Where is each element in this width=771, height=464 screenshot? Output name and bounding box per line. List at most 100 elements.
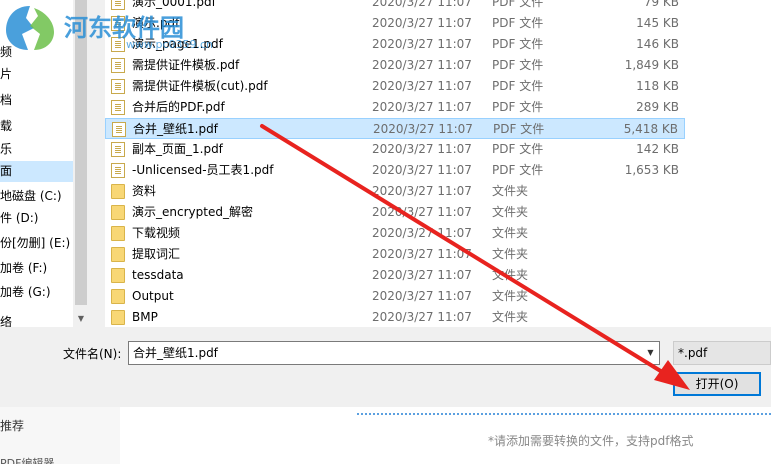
file-name: 资料 [132,184,157,198]
file-name: 副本_页面_1.pdf [132,142,223,156]
file-type: PDF 文件 [492,100,544,114]
file-type: 文件夹 [492,247,529,261]
file-row[interactable]: 合并_壁纸1.pdf 2020/3/27 11:07 PDF 文件 5,418 KB [105,118,685,139]
file-name: BMP [132,310,158,324]
file-row[interactable]: 提取词汇 2020/3/27 11:07 文件夹 [105,244,685,265]
file-row[interactable]: 演示_encrypted_解密 2020/3/27 11:07 文件夹 [105,202,685,223]
watermark: 河东软件园 www.pc0359.cn [4,2,213,62]
file-date: 2020/3/27 11:07 [372,37,472,51]
file-type: 文件夹 [492,205,529,219]
folder-icon [111,205,125,220]
file-size: 146 KB [636,37,679,51]
nav-item[interactable]: 地磁盘 (C:) [0,186,73,207]
nav-item[interactable]: 面 [0,161,73,182]
file-date: 2020/3/27 11:07 [372,268,472,282]
filename-value: 合并_壁纸1.pdf [133,346,218,360]
file-date: 2020/3/27 11:07 [372,205,472,219]
file-date: 2020/3/27 11:07 [372,100,472,114]
nav-item[interactable]: 档 [0,90,73,111]
app-lower-area: 推荐 PDF编辑器 *请添加需要转换的文件，支持pdf格式 [0,407,771,464]
folder-icon [111,268,125,283]
file-name: 需提供证件模板(cut).pdf [132,79,268,93]
folder-icon [111,226,125,241]
file-date: 2020/3/27 11:07 [372,142,472,156]
file-name: 合并后的PDF.pdf [132,100,225,114]
file-size: 5,418 KB [623,122,678,136]
file-date: 2020/3/27 11:07 [373,122,473,136]
folder-icon [111,310,125,325]
file-type: PDF 文件 [492,79,544,93]
file-name: 下载视频 [132,226,181,240]
pdf-file-icon [111,163,125,178]
filetype-select[interactable]: *.pdf [673,341,771,365]
file-row[interactable]: -Unlicensed-员工表1.pdf 2020/3/27 11:07 PDF 文… [105,160,685,181]
scroll-down-icon[interactable]: ▼ [73,310,89,327]
file-name: 演示_encrypted_解密 [132,205,253,219]
file-row[interactable]: 资料 2020/3/27 11:07 文件夹 [105,181,685,202]
file-date: 2020/3/27 11:07 [372,79,472,93]
file-type: PDF 文件 [493,122,545,136]
file-type: 文件夹 [492,289,529,303]
file-row[interactable]: Output 2020/3/27 11:07 文件夹 [105,286,685,307]
file-size: 1,849 KB [624,58,679,72]
pdf-file-icon [111,100,125,115]
chevron-down-icon[interactable]: ▼ [642,342,659,364]
watermark-url: www.pc0359.cn [126,38,214,51]
folder-icon [111,289,125,304]
nav-item[interactable]: 份[勿删] (E:) [0,233,73,254]
file-type: PDF 文件 [492,58,544,72]
filetype-value: *.pdf [678,346,708,360]
pdf-file-icon [111,79,125,94]
drop-zone-border [357,413,771,415]
file-name: -Unlicensed-员工表1.pdf [132,163,274,177]
file-size: 79 KB [643,0,679,9]
nav-item[interactable]: 乐 [0,139,73,160]
file-name: tessdata [132,268,184,282]
file-row[interactable]: 下载视频 2020/3/27 11:07 文件夹 [105,223,685,244]
folder-icon [111,184,125,199]
file-type: 文件夹 [492,184,529,198]
file-type: PDF 文件 [492,163,544,177]
folder-icon [111,247,125,262]
file-date: 2020/3/27 11:07 [372,163,472,177]
file-name: 合并_壁纸1.pdf [133,122,218,136]
drop-zone-hint: *请添加需要转换的文件，支持pdf格式 [488,434,694,448]
file-date: 2020/3/27 11:07 [372,289,472,303]
dialog-bottom-bar: 文件名(N): 合并_壁纸1.pdf ▼ *.pdf 打开(O) [0,327,771,407]
app-sidebar: 推荐 PDF编辑器 [0,407,120,464]
file-type: 文件夹 [492,268,529,282]
file-type: 文件夹 [492,310,529,324]
file-date: 2020/3/27 11:07 [372,184,472,198]
watermark-logo-icon [6,6,54,50]
file-name: Output [132,289,174,303]
filename-label: 文件名(N): [63,347,122,361]
nav-item[interactable]: 加卷 (F:) [0,258,73,279]
pdf-file-icon [112,122,126,137]
filename-input[interactable]: 合并_壁纸1.pdf ▼ [128,341,660,365]
file-row[interactable]: tessdata 2020/3/27 11:07 文件夹 [105,265,685,286]
file-type: 文件夹 [492,226,529,240]
file-size: 118 KB [636,79,679,93]
file-size: 289 KB [636,100,679,114]
file-type: PDF 文件 [492,142,544,156]
pdf-file-icon [111,142,125,157]
file-name: 提取词汇 [132,247,181,261]
file-size: 1,653 KB [624,163,679,177]
file-size: 142 KB [636,142,679,156]
file-row[interactable]: 合并后的PDF.pdf 2020/3/27 11:07 PDF 文件 289 KB [105,97,685,118]
file-row[interactable]: 副本_页面_1.pdf 2020/3/27 11:07 PDF 文件 142 KB [105,139,685,160]
file-date: 2020/3/27 11:07 [372,247,472,261]
nav-item[interactable]: 加卷 (G:) [0,282,73,303]
nav-item[interactable]: 片 [0,64,73,85]
file-type: PDF 文件 [492,16,544,30]
file-date: 2020/3/27 11:07 [372,0,472,9]
open-button[interactable]: 打开(O) [673,372,761,396]
nav-item[interactable]: 载 [0,116,73,137]
file-row[interactable]: BMP 2020/3/27 11:07 文件夹 [105,307,685,328]
file-date: 2020/3/27 11:07 [372,58,472,72]
file-date: 2020/3/27 11:07 [372,16,472,30]
pdf-editor-item[interactable]: PDF编辑器 [0,455,54,464]
file-size: 145 KB [636,16,679,30]
file-row[interactable]: 需提供证件模板(cut).pdf 2020/3/27 11:07 PDF 文件 118… [105,76,685,97]
nav-item[interactable]: 件 (D:) [0,208,73,229]
